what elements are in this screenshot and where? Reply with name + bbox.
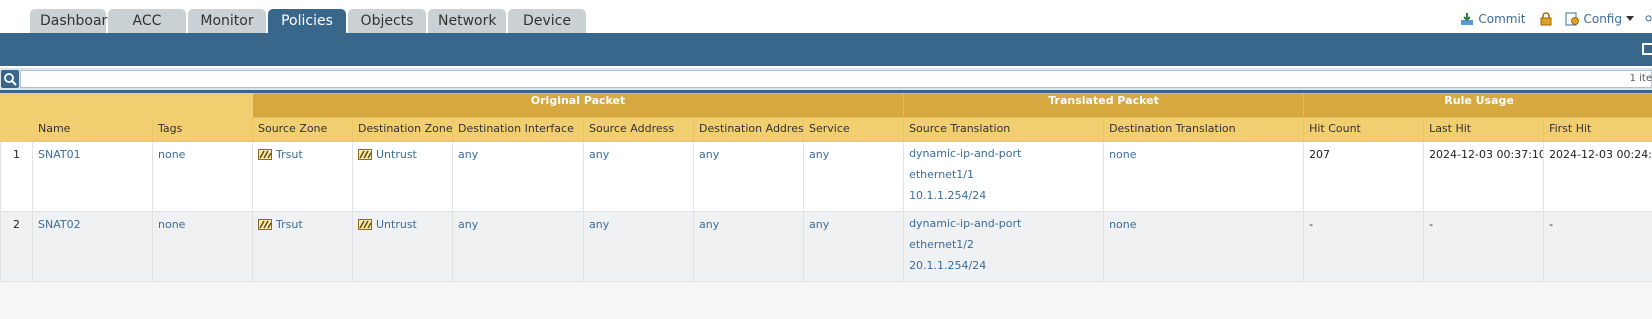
column-header-row: Name Tags Source Zone Destination Zone D… bbox=[0, 117, 1652, 142]
destination-interface-link[interactable]: any bbox=[452, 211, 584, 282]
translation-address: 10.1.1.254/24 bbox=[909, 189, 987, 202]
source-translation-cell[interactable]: dynamic-ip-and-port ethernet1/2 20.1.1.2… bbox=[903, 211, 1105, 282]
rule-name-link[interactable]: SNAT01 bbox=[32, 141, 153, 212]
refresh-icon[interactable] bbox=[1642, 43, 1652, 55]
col-destination-translation[interactable]: Destination Translation bbox=[1103, 117, 1305, 142]
corner-cell bbox=[0, 93, 33, 118]
zone-icon bbox=[358, 149, 372, 160]
col-service[interactable]: Service bbox=[802, 117, 905, 142]
magnifier-icon bbox=[4, 73, 17, 86]
col-name[interactable]: Name bbox=[32, 117, 153, 142]
nat-rules-table: Original Packet Translated Packet Rule U… bbox=[0, 93, 1652, 282]
col-source-zone[interactable]: Source Zone bbox=[252, 117, 353, 142]
source-translation-cell[interactable]: dynamic-ip-and-port ethernet1/1 10.1.1.2… bbox=[903, 141, 1105, 212]
zone-icon bbox=[258, 149, 272, 160]
column-group-row: Original Packet Translated Packet Rule U… bbox=[0, 93, 1652, 118]
col-source-address[interactable]: Source Address bbox=[583, 117, 694, 142]
destination-zone-label: Untrust bbox=[376, 218, 417, 231]
col-last-hit[interactable]: Last Hit bbox=[1423, 117, 1545, 142]
commit-label: Commit bbox=[1478, 12, 1526, 26]
commit-icon bbox=[1461, 13, 1474, 25]
original-packet-group: Original Packet bbox=[251, 93, 905, 118]
col-tags[interactable]: Tags bbox=[152, 117, 253, 142]
nat-rules-grid: Original Packet Translated Packet Rule U… bbox=[0, 93, 1652, 319]
filter-search-button[interactable] bbox=[1, 70, 19, 88]
row-number: 1 bbox=[0, 141, 33, 212]
service-link[interactable]: any bbox=[802, 141, 905, 212]
translated-packet-group: Translated Packet bbox=[903, 93, 1305, 118]
tags-link[interactable]: none bbox=[152, 141, 253, 212]
service-link[interactable]: any bbox=[802, 211, 905, 282]
top-nav: Dashboard ACC Monitor Policies Objects N… bbox=[0, 0, 1652, 33]
destination-interface-link[interactable]: any bbox=[452, 141, 584, 212]
destination-zone-cell[interactable]: Untrust bbox=[352, 141, 453, 212]
tab-acc[interactable]: ACC bbox=[108, 9, 186, 33]
translation-interface: ethernet1/1 bbox=[909, 168, 974, 181]
destination-translation-link[interactable]: none bbox=[1103, 141, 1305, 212]
zone-icon bbox=[358, 219, 372, 230]
config-label: Config bbox=[1583, 12, 1622, 26]
filter-input[interactable] bbox=[20, 70, 1652, 88]
row-number: 2 bbox=[0, 211, 33, 282]
col-destination-zone[interactable]: Destination Zone bbox=[352, 117, 453, 142]
destination-zone-label: Untrust bbox=[376, 148, 417, 161]
translation-type: dynamic-ip-and-port bbox=[909, 147, 1022, 160]
item-count: 1 ite bbox=[1629, 73, 1652, 84]
tab-network[interactable]: Network bbox=[428, 9, 506, 33]
translation-address: 20.1.1.254/24 bbox=[909, 259, 987, 272]
translation-interface: ethernet1/2 bbox=[909, 238, 974, 251]
source-zone-cell[interactable]: Trsut bbox=[252, 141, 353, 212]
tab-dashboard[interactable]: Dashboard bbox=[30, 9, 116, 33]
search-icon[interactable] bbox=[1644, 12, 1652, 26]
table-row[interactable]: 1 SNAT01 none Trsut Untrust any any any … bbox=[0, 141, 1652, 212]
chevron-down-icon bbox=[1626, 16, 1634, 21]
col-destination-interface[interactable]: Destination Interface bbox=[452, 117, 584, 142]
commit-button[interactable]: Commit bbox=[1460, 12, 1525, 26]
rule-name-link[interactable]: SNAT02 bbox=[32, 211, 153, 282]
table-row[interactable]: 2 SNAT02 none Trsut Untrust any any any … bbox=[0, 211, 1652, 282]
first-hit-value: - bbox=[1543, 211, 1652, 282]
col-destination-address[interactable]: Destination Address bbox=[693, 117, 804, 142]
filter-bar: 1 ite bbox=[0, 68, 1652, 90]
source-zone-label: Trsut bbox=[276, 148, 303, 161]
destination-zone-cell[interactable]: Untrust bbox=[352, 211, 453, 282]
config-menu[interactable]: Config bbox=[1565, 12, 1634, 26]
source-zone-cell[interactable]: Trsut bbox=[252, 211, 353, 282]
hit-count-value: 207 bbox=[1303, 141, 1425, 212]
destination-address-link[interactable]: any bbox=[693, 141, 804, 212]
source-zone-label: Trsut bbox=[276, 218, 303, 231]
col-first-hit[interactable]: First Hit bbox=[1543, 117, 1652, 142]
translation-type: dynamic-ip-and-port bbox=[909, 217, 1022, 230]
source-address-link[interactable]: any bbox=[583, 211, 694, 282]
toolbar-band bbox=[0, 33, 1652, 66]
tab-strip: Dashboard ACC Monitor Policies Objects N… bbox=[30, 9, 586, 33]
rule-usage-group: Rule Usage bbox=[1303, 93, 1652, 118]
tab-policies[interactable]: Policies bbox=[268, 9, 346, 33]
source-address-link[interactable]: any bbox=[583, 141, 694, 212]
last-hit-value: 2024-12-03 00:37:10 bbox=[1423, 141, 1545, 212]
top-actions: Commit Config bbox=[1460, 12, 1652, 26]
tags-link[interactable]: none bbox=[152, 211, 253, 282]
lock-icon[interactable] bbox=[1539, 12, 1553, 26]
col-hit-count[interactable]: Hit Count bbox=[1303, 117, 1425, 142]
tab-monitor[interactable]: Monitor bbox=[188, 9, 266, 33]
tab-device[interactable]: Device bbox=[508, 9, 586, 33]
hit-count-value: - bbox=[1303, 211, 1425, 282]
config-icon bbox=[1565, 12, 1580, 26]
first-hit-value: 2024-12-03 00:24:55 bbox=[1543, 141, 1652, 212]
destination-translation-link[interactable]: none bbox=[1103, 211, 1305, 282]
last-hit-value: - bbox=[1423, 211, 1545, 282]
col-source-translation[interactable]: Source Translation bbox=[903, 117, 1105, 142]
destination-address-link[interactable]: any bbox=[693, 211, 804, 282]
zone-icon bbox=[258, 219, 272, 230]
tab-objects[interactable]: Objects bbox=[348, 9, 426, 33]
